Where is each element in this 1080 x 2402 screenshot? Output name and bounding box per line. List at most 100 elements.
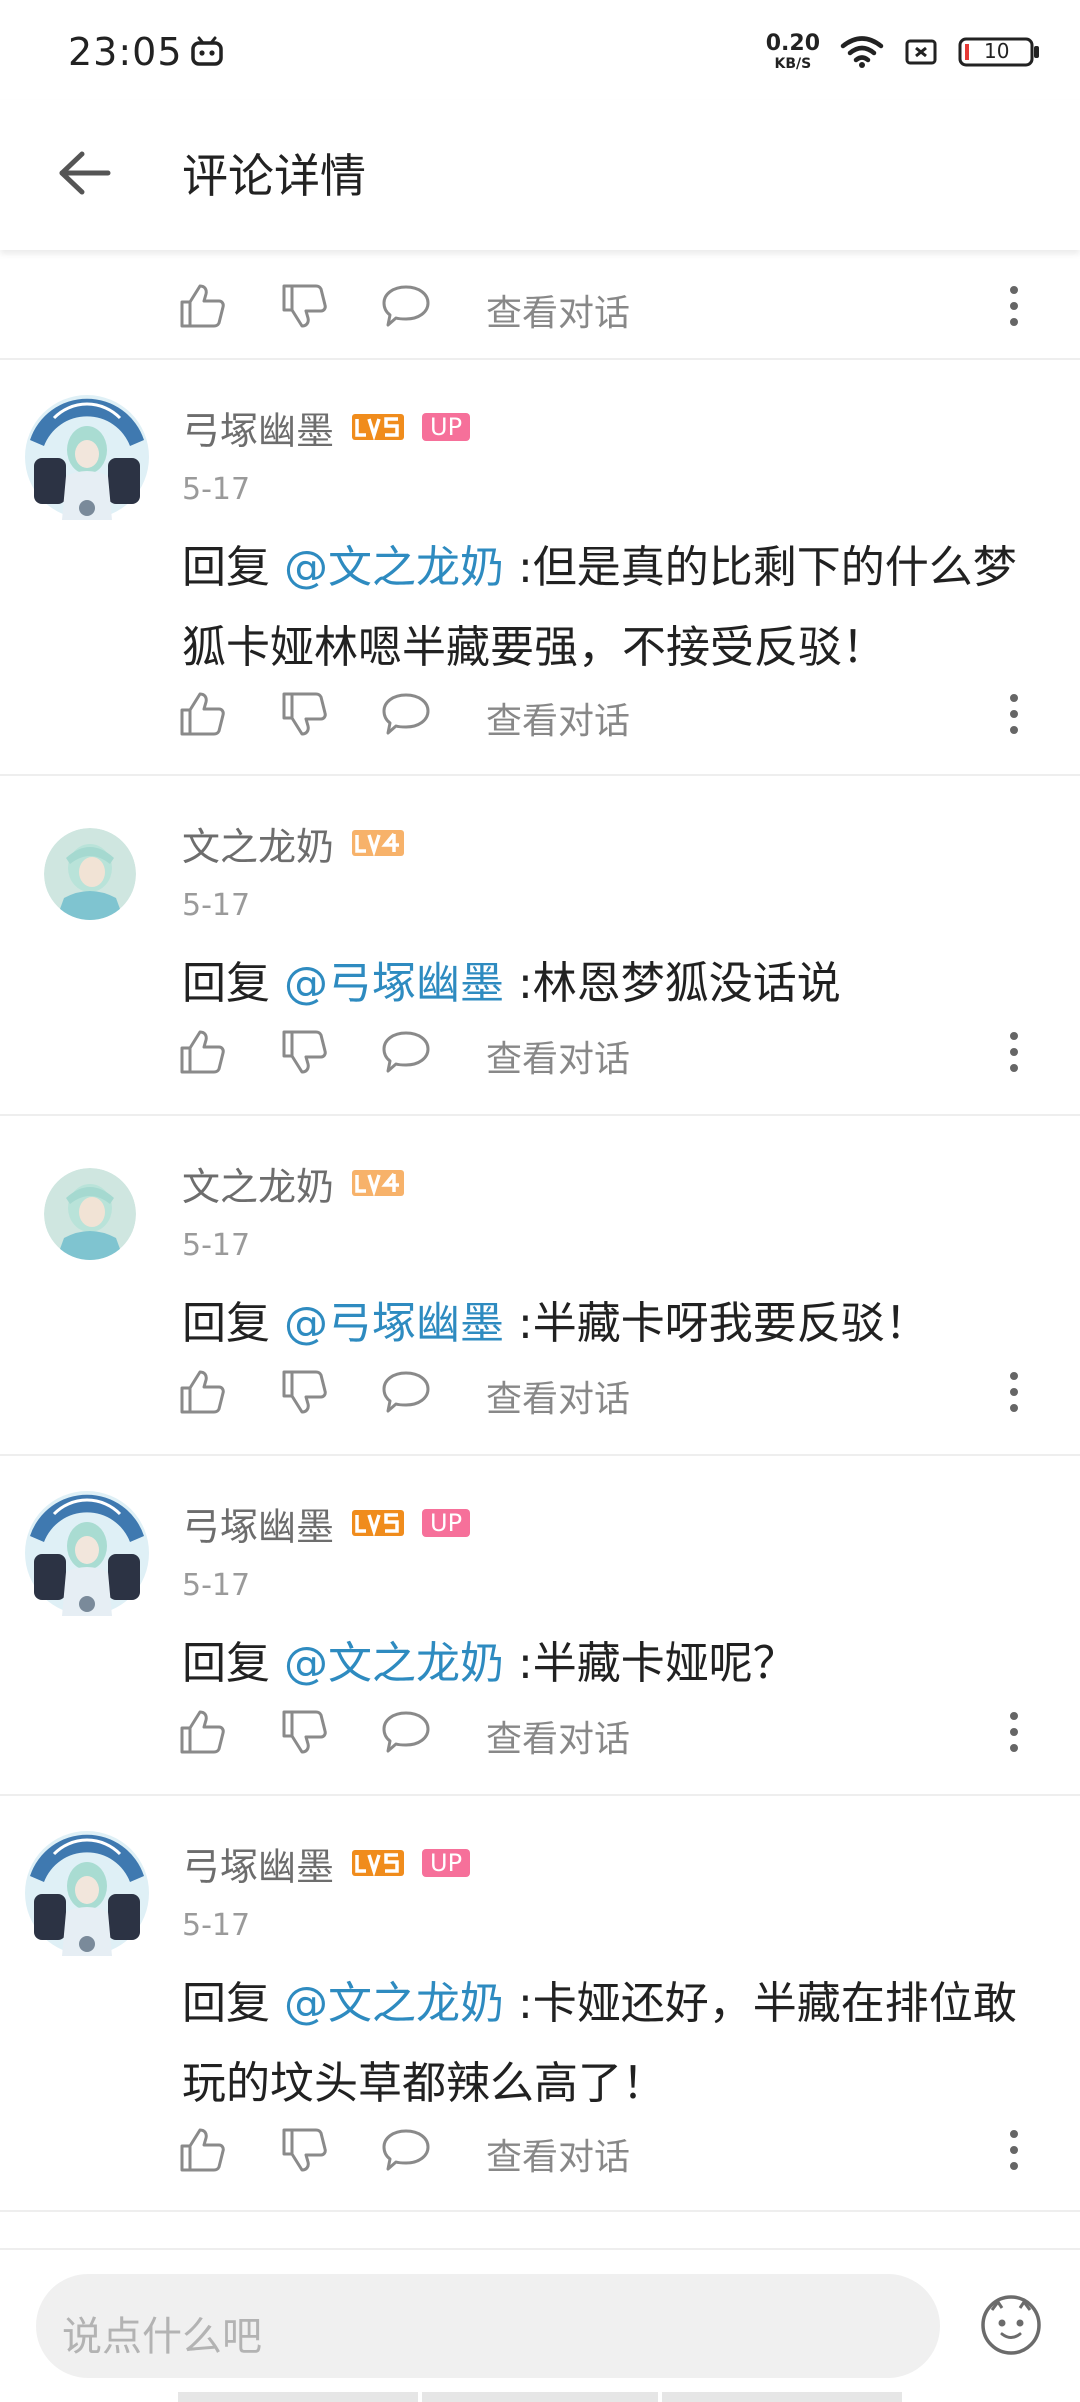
thumb-down-icon	[280, 1708, 328, 1756]
more-vertical-icon	[1008, 282, 1020, 330]
thumb-down-icon	[280, 1028, 328, 1076]
comment-actions: 查看对话	[0, 1006, 1080, 1096]
reply-button[interactable]	[380, 1026, 432, 1078]
comment-body: :林恩梦狐没话说	[504, 958, 841, 1009]
thumb-down-icon	[280, 282, 328, 330]
comment-date: 5-17	[182, 472, 251, 507]
view-dialog-link[interactable]: 查看对话	[486, 1710, 630, 1762]
more-button[interactable]	[990, 1366, 1038, 1418]
thumb-up-icon	[178, 1028, 226, 1076]
dislike-button[interactable]	[278, 1366, 330, 1418]
thumb-up-icon	[178, 1368, 226, 1416]
view-dialog-link[interactable]: 查看对话	[486, 1370, 630, 1422]
comment-body: :半藏卡娅呢？	[504, 1638, 797, 1689]
avatar[interactable]	[44, 828, 136, 920]
reply-button[interactable]	[380, 1706, 432, 1758]
dislike-button[interactable]	[278, 1706, 330, 1758]
thumb-up-icon	[178, 282, 226, 330]
level-badge-icon	[352, 1510, 404, 1536]
comment-actions: 查看对话	[0, 668, 1080, 758]
bilibili-tv-icon	[191, 36, 223, 66]
like-button[interactable]	[176, 1706, 228, 1758]
view-dialog-link[interactable]: 查看对话	[486, 284, 630, 336]
comment-date: 5-17	[182, 888, 251, 923]
avatar-image	[18, 388, 156, 526]
reply-prefix: 回复	[182, 1978, 284, 2029]
reply-button[interactable]	[380, 280, 432, 332]
like-button[interactable]	[176, 280, 228, 332]
more-vertical-icon	[1008, 1368, 1020, 1416]
username[interactable]: 文之龙奶	[182, 1156, 334, 1211]
more-button[interactable]	[990, 2124, 1038, 2176]
comment-input-bar: 说点什么吧	[0, 2248, 1080, 2402]
comment-input[interactable]: 说点什么吧	[36, 2274, 940, 2378]
like-button[interactable]	[176, 1366, 228, 1418]
view-dialog-link[interactable]: 查看对话	[486, 1030, 630, 1082]
reply-button[interactable]	[380, 688, 432, 740]
comment-date: 5-17	[182, 1228, 251, 1263]
mention-link[interactable]: @文之龙奶	[284, 1978, 504, 2029]
level-badge-icon	[352, 1170, 404, 1196]
comment-date: 5-17	[182, 1568, 251, 1603]
comment-body: :半藏卡呀我要反驳！	[504, 1298, 929, 1349]
wifi-icon	[840, 36, 884, 68]
mention-link[interactable]: @文之龙奶	[284, 542, 504, 593]
thumb-up-icon	[178, 1708, 226, 1756]
status-time: 23:05	[68, 30, 183, 74]
avatar-image	[18, 1824, 156, 1962]
more-vertical-icon	[1008, 1028, 1020, 1076]
dislike-button[interactable]	[278, 280, 330, 332]
reply-prefix: 回复	[182, 1298, 284, 1349]
emoji-icon	[981, 2295, 1041, 2355]
comment-actions: 查看对话	[0, 1686, 1080, 1776]
username[interactable]: 弓塚幽墨	[182, 400, 334, 455]
avatar-image	[44, 828, 136, 920]
comment-bubble-icon	[380, 1368, 432, 1416]
reply-prefix: 回复	[182, 958, 284, 1009]
more-button[interactable]	[990, 688, 1038, 740]
more-vertical-icon	[1008, 690, 1020, 738]
mention-link[interactable]: @弓塚幽墨	[284, 958, 504, 1009]
more-button[interactable]	[990, 1706, 1038, 1758]
level-badge-icon	[352, 1850, 404, 1876]
like-button[interactable]	[176, 2124, 228, 2176]
reply-button[interactable]	[380, 1366, 432, 1418]
thumb-down-icon	[280, 690, 328, 738]
username[interactable]: 弓塚幽墨	[182, 1496, 334, 1551]
mention-link[interactable]: @弓塚幽墨	[284, 1298, 504, 1349]
avatar[interactable]	[18, 388, 156, 526]
comment-text: 回复 @文之龙奶 :但是真的比剩下的什么梦狐卡娅林嗯半藏要强，不接受反驳！	[182, 528, 1040, 688]
avatar[interactable]	[18, 1484, 156, 1622]
dislike-button[interactable]	[278, 2124, 330, 2176]
view-dialog-link[interactable]: 查看对话	[486, 2128, 630, 2180]
comment-text: 回复 @文之龙奶 :卡娅还好，半藏在排位敢玩的坟头草都辣么高了！	[182, 1964, 1040, 2124]
more-button[interactable]	[990, 280, 1038, 332]
like-button[interactable]	[176, 1026, 228, 1078]
comment-actions: 查看对话	[0, 260, 1080, 350]
back-button[interactable]	[50, 138, 120, 208]
comment-bubble-icon	[380, 2126, 432, 2174]
mention-link[interactable]: @文之龙奶	[284, 1638, 504, 1689]
avatar-image	[18, 1484, 156, 1622]
sim-card-icon	[905, 39, 937, 65]
battery-level: 10	[984, 39, 1010, 63]
comment-bubble-icon	[380, 1708, 432, 1756]
up-badge: UP	[422, 1509, 471, 1537]
username[interactable]: 文之龙奶	[182, 816, 334, 871]
dislike-button[interactable]	[278, 688, 330, 740]
view-dialog-link[interactable]: 查看对话	[486, 692, 630, 744]
username[interactable]: 弓塚幽墨	[182, 1836, 334, 1891]
avatar[interactable]	[44, 1168, 136, 1260]
emoji-button[interactable]	[980, 2294, 1042, 2356]
comment-item: 弓塚幽墨 UP 5-17 回复 @文之龙奶 :但是真的比剩下的什么梦狐卡娅林嗯半…	[0, 360, 1080, 776]
reply-prefix: 回复	[182, 542, 284, 593]
more-button[interactable]	[990, 1026, 1038, 1078]
reply-button[interactable]	[380, 2124, 432, 2176]
battery-icon: 10	[958, 37, 1042, 67]
like-button[interactable]	[176, 688, 228, 740]
dislike-button[interactable]	[278, 1026, 330, 1078]
avatar[interactable]	[18, 1824, 156, 1962]
comment-bubble-icon	[380, 282, 432, 330]
level-badge-icon	[352, 414, 404, 440]
thumb-down-icon	[280, 2126, 328, 2174]
